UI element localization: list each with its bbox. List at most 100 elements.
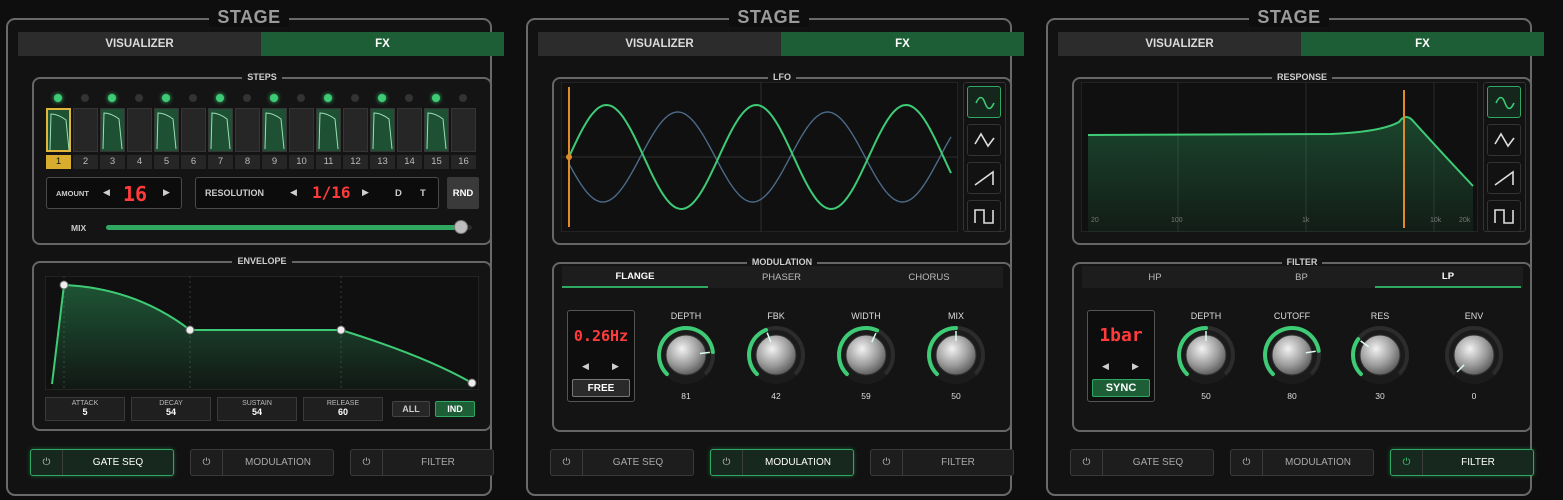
knob-fbk[interactable]: FBK 42 (744, 311, 808, 403)
step-cell[interactable] (343, 108, 368, 152)
tab-visualizer[interactable]: VISUALIZER (538, 32, 781, 56)
tab-flange[interactable]: FLANGE (562, 266, 708, 288)
tab-bp[interactable]: BP (1228, 266, 1375, 288)
step-cell[interactable] (127, 108, 152, 152)
rate-decrease-button[interactable]: ◀ (1102, 361, 1109, 372)
step-cell[interactable] (397, 108, 422, 152)
tab-fx[interactable]: FX (261, 32, 504, 56)
mix-slider[interactable] (106, 220, 472, 234)
footer-filter-button[interactable]: ⏻ FILTER (870, 449, 1014, 476)
step-number[interactable]: 16 (451, 155, 476, 169)
knob-dial[interactable] (1260, 323, 1324, 387)
step-number[interactable]: 9 (262, 155, 287, 169)
tab-chorus[interactable]: CHORUS (855, 266, 1003, 288)
rate-increase-button[interactable]: ▶ (1132, 361, 1139, 372)
amount-increase-button[interactable]: ▶ (163, 187, 170, 198)
knob-cutoff[interactable]: CUTOFF 80 (1260, 311, 1324, 403)
saw-wave-button[interactable] (967, 162, 1001, 194)
knob-dial[interactable] (1348, 323, 1412, 387)
random-button[interactable]: RND (447, 177, 479, 209)
knob-depth[interactable]: DEPTH 81 (654, 311, 718, 403)
resolution-decrease-button[interactable]: ◀ (290, 187, 297, 198)
footer-modulation-button[interactable]: ⏻ MODULATION (710, 449, 854, 476)
sustain-field[interactable]: SUSTAIN 54 (217, 397, 297, 421)
step-cell[interactable] (316, 108, 341, 152)
step-cell[interactable] (289, 108, 314, 152)
knob-dial[interactable] (1442, 323, 1506, 387)
square-wave-button[interactable] (967, 200, 1001, 232)
step-cell[interactable] (100, 108, 125, 152)
knob-dial[interactable] (654, 323, 718, 387)
triplet-button[interactable]: T (420, 188, 426, 199)
step-number[interactable]: 5 (154, 155, 179, 169)
step-number[interactable]: 10 (289, 155, 314, 169)
saw-wave-button[interactable] (1487, 162, 1521, 194)
step-cell[interactable] (235, 108, 260, 152)
knob-mix[interactable]: MIX 50 (924, 311, 988, 403)
step-number[interactable]: 12 (343, 155, 368, 169)
release-handle[interactable] (467, 378, 477, 388)
step-number[interactable]: 1 (46, 155, 71, 169)
step-number[interactable]: 11 (316, 155, 341, 169)
footer-gate-seq-button[interactable]: ⏻ GATE SEQ (1070, 449, 1214, 476)
step-number[interactable]: 15 (424, 155, 449, 169)
step-cell[interactable] (424, 108, 449, 152)
knob-width[interactable]: WIDTH 59 (834, 311, 898, 403)
decay-handle[interactable] (185, 325, 195, 335)
step-cell[interactable] (181, 108, 206, 152)
tab-visualizer[interactable]: VISUALIZER (1058, 32, 1301, 56)
triangle-wave-button[interactable] (1487, 124, 1521, 156)
tab-phaser[interactable]: PHASER (708, 266, 855, 288)
knob-dial[interactable] (744, 323, 808, 387)
ind-button[interactable]: IND (435, 401, 475, 417)
dotted-button[interactable]: D (395, 188, 402, 199)
decay-field[interactable]: DECAY 54 (131, 397, 211, 421)
footer-gate-seq-button[interactable]: ⏻ GATE SEQ (30, 449, 174, 476)
attack-field[interactable]: ATTACK 5 (45, 397, 125, 421)
step-number[interactable]: 7 (208, 155, 233, 169)
step-cell[interactable] (451, 108, 476, 152)
knob-dial[interactable] (834, 323, 898, 387)
footer-filter-button[interactable]: ⏻ FILTER (350, 449, 494, 476)
envelope-graph[interactable] (45, 276, 479, 390)
tab-lp[interactable]: LP (1375, 266, 1521, 288)
step-number[interactable]: 4 (127, 155, 152, 169)
release-field[interactable]: RELEASE 60 (303, 397, 383, 421)
tab-fx[interactable]: FX (781, 32, 1024, 56)
all-button[interactable]: ALL (392, 401, 430, 417)
step-cell[interactable] (154, 108, 179, 152)
free-button[interactable]: FREE (572, 379, 630, 397)
resolution-increase-button[interactable]: ▶ (362, 187, 369, 198)
sustain-handle[interactable] (336, 325, 346, 335)
step-cell[interactable] (208, 108, 233, 152)
step-cell[interactable] (262, 108, 287, 152)
knob-dial[interactable] (1174, 323, 1238, 387)
tab-visualizer[interactable]: VISUALIZER (18, 32, 261, 56)
step-cell[interactable] (46, 108, 71, 152)
tab-fx[interactable]: FX (1301, 32, 1544, 56)
knob-depth[interactable]: DEPTH 50 (1174, 311, 1238, 403)
step-number[interactable]: 2 (73, 155, 98, 169)
footer-modulation-button[interactable]: ⏻ MODULATION (1230, 449, 1374, 476)
rate-increase-button[interactable]: ▶ (612, 361, 619, 372)
square-wave-button[interactable] (1487, 200, 1521, 232)
knob-dial[interactable] (924, 323, 988, 387)
sync-button[interactable]: SYNC (1092, 379, 1150, 397)
step-cell[interactable] (370, 108, 395, 152)
step-number[interactable]: 13 (370, 155, 395, 169)
sine-wave-button[interactable] (967, 86, 1001, 118)
step-number[interactable]: 8 (235, 155, 260, 169)
mix-slider-handle[interactable] (454, 220, 469, 234)
step-number[interactable]: 3 (100, 155, 125, 169)
footer-modulation-button[interactable]: ⏻ MODULATION (190, 449, 334, 476)
step-cell[interactable] (73, 108, 98, 152)
rate-decrease-button[interactable]: ◀ (582, 361, 589, 372)
step-number[interactable]: 14 (397, 155, 422, 169)
knob-res[interactable]: RES 30 (1348, 311, 1412, 403)
sine-wave-button[interactable] (1487, 86, 1521, 118)
footer-filter-button[interactable]: ⏻ FILTER (1390, 449, 1534, 476)
step-number[interactable]: 6 (181, 155, 206, 169)
knob-env[interactable]: ENV 0 (1442, 311, 1506, 403)
amount-decrease-button[interactable]: ◀ (103, 187, 110, 198)
triangle-wave-button[interactable] (967, 124, 1001, 156)
